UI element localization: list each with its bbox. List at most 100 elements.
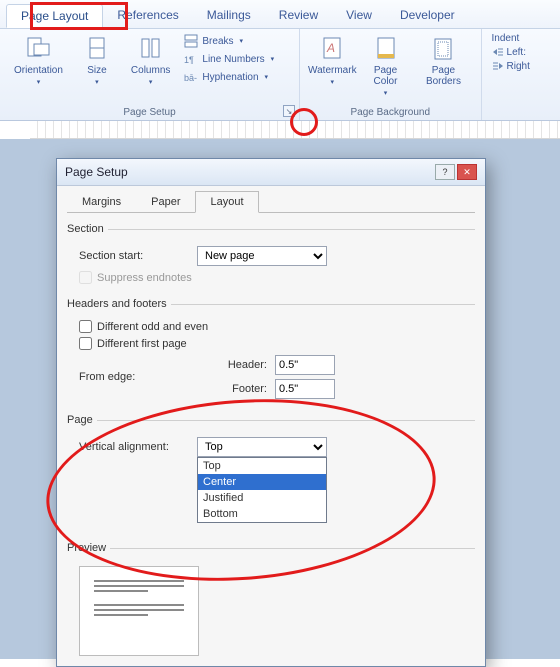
dropdown-arrow-icon: ▾ xyxy=(271,55,275,63)
group-page-background: A Watermark ▾ Page Color ▾ Page Borders … xyxy=(300,29,482,120)
line-numbers-icon: 1¶ xyxy=(184,52,198,66)
line-numbers-button[interactable]: 1¶ Line Numbers ▾ xyxy=(182,51,276,67)
svg-text:1¶: 1¶ xyxy=(184,55,194,65)
vertical-alignment-label: Vertical alignment: xyxy=(79,441,189,453)
tab-references[interactable]: References xyxy=(103,4,192,28)
diff-odd-even-checkbox[interactable] xyxy=(79,320,92,333)
ribbon: Orientation ▾ Size ▾ Columns ▾ xyxy=(0,29,560,121)
breaks-icon xyxy=(184,34,198,48)
breaks-label: Breaks xyxy=(202,36,233,47)
group-paragraph: Indent Left: Right xyxy=(482,29,552,120)
dialog-titlebar[interactable]: Page Setup ? ✕ xyxy=(57,159,485,186)
dialog-help-button[interactable]: ? xyxy=(435,164,455,180)
tab-mailings[interactable]: Mailings xyxy=(193,4,265,28)
va-option-justified[interactable]: Justified xyxy=(198,490,326,506)
page-borders-button[interactable]: Page Borders xyxy=(416,33,470,89)
preview-thumbnail xyxy=(79,566,199,656)
group-page-setup: Orientation ▾ Size ▾ Columns ▾ xyxy=(0,29,300,120)
dropdown-arrow-icon: ▾ xyxy=(240,37,244,45)
section-legend: Section xyxy=(67,223,108,235)
diff-first-page-checkbox[interactable] xyxy=(79,337,92,350)
columns-button[interactable]: Columns ▾ xyxy=(127,33,174,88)
group-label-page-background: Page Background xyxy=(310,105,471,118)
tab-view[interactable]: View xyxy=(332,4,386,28)
indent-right-label: Right xyxy=(507,61,530,72)
from-edge-label: From edge: xyxy=(79,371,189,383)
page-setup-dialog: Page Setup ? ✕ Margins Paper Layout Sect… xyxy=(56,158,486,667)
hyphenation-button[interactable]: bā‑ Hyphenation ▾ xyxy=(182,69,276,85)
orientation-label: Orientation xyxy=(14,65,63,76)
breaks-button[interactable]: Breaks ▾ xyxy=(182,33,276,49)
watermark-button[interactable]: A Watermark ▾ xyxy=(310,33,355,88)
page-color-icon xyxy=(372,35,400,63)
orientation-button[interactable]: Orientation ▾ xyxy=(10,33,67,88)
suppress-endnotes-label: Suppress endnotes xyxy=(97,272,192,284)
size-icon xyxy=(83,35,111,63)
diff-odd-even-label: Different odd and even xyxy=(97,321,208,333)
watermark-label: Watermark xyxy=(308,65,357,76)
page-setup-launcher[interactable]: ↘ xyxy=(283,105,295,117)
columns-icon xyxy=(137,35,165,63)
section-start-label: Section start: xyxy=(79,250,189,262)
diff-first-page-label: Different first page xyxy=(97,338,187,350)
indent-right-icon xyxy=(492,60,504,72)
preview-legend: Preview xyxy=(67,542,110,554)
svg-text:A: A xyxy=(326,41,335,55)
line-numbers-label: Line Numbers xyxy=(202,54,264,65)
hyphenation-icon: bā‑ xyxy=(184,70,198,84)
suppress-endnotes-checkbox xyxy=(79,271,92,284)
hyphenation-label: Hyphenation xyxy=(202,72,258,83)
vertical-alignment-combo[interactable]: Top xyxy=(197,437,327,457)
size-button[interactable]: Size ▾ xyxy=(75,33,119,88)
tab-page-layout[interactable]: Page Layout xyxy=(6,4,103,28)
tab-developer[interactable]: Developer xyxy=(386,4,469,28)
ribbon-tabs: Page Layout References Mailings Review V… xyxy=(0,0,560,29)
headers-footers-group: Headers and footers Different odd and ev… xyxy=(67,298,475,404)
indent-left-icon xyxy=(492,46,504,58)
vertical-alignment-dropdown: Top Center Justified Bottom xyxy=(197,457,327,523)
diff-first-page-check[interactable]: Different first page xyxy=(79,337,475,350)
group-label-page-setup: Page Setup xyxy=(10,105,289,118)
ruler[interactable] xyxy=(30,121,560,139)
tab-review[interactable]: Review xyxy=(265,4,332,28)
indent-left-label: Left: xyxy=(507,47,526,58)
va-option-bottom[interactable]: Bottom xyxy=(198,506,326,522)
dialog-tab-layout[interactable]: Layout xyxy=(195,191,258,213)
va-option-center[interactable]: Center xyxy=(198,474,326,490)
page-group: Page Vertical alignment: Top Top Center … xyxy=(67,414,475,532)
svg-text:bā‑: bā‑ xyxy=(184,73,197,83)
dialog-title: Page Setup xyxy=(65,165,128,179)
orientation-icon xyxy=(24,35,52,63)
dropdown-arrow-icon: ▾ xyxy=(265,73,269,81)
headers-legend: Headers and footers xyxy=(67,298,171,310)
footer-spin[interactable] xyxy=(275,379,335,399)
va-option-top[interactable]: Top xyxy=(198,458,326,474)
indent-left-row[interactable]: Left: xyxy=(492,46,542,58)
diff-odd-even-check[interactable]: Different odd and even xyxy=(79,320,475,333)
page-color-button[interactable]: Page Color ▾ xyxy=(363,33,409,99)
indent-right-row[interactable]: Right xyxy=(492,60,542,72)
preview-group: Preview xyxy=(67,542,475,656)
section-start-combo[interactable]: New page xyxy=(197,246,327,266)
page-borders-label: Page Borders xyxy=(420,65,466,87)
footer-label: Footer: xyxy=(197,383,267,395)
dropdown-arrow-icon: ▾ xyxy=(384,89,388,97)
dialog-tab-paper[interactable]: Paper xyxy=(136,191,195,213)
header-label: Header: xyxy=(197,359,267,371)
dropdown-arrow-icon: ▾ xyxy=(149,78,153,86)
dialog-close-button[interactable]: ✕ xyxy=(457,164,477,180)
header-spin[interactable] xyxy=(275,355,335,375)
watermark-icon: A xyxy=(318,35,346,63)
dropdown-arrow-icon: ▾ xyxy=(95,78,99,86)
page-color-label: Page Color xyxy=(367,65,405,87)
page-borders-icon xyxy=(429,35,457,63)
page-legend: Page xyxy=(67,414,97,426)
suppress-endnotes-check: Suppress endnotes xyxy=(79,271,475,284)
size-label: Size xyxy=(87,65,106,76)
dropdown-arrow-icon: ▾ xyxy=(37,78,41,86)
dialog-tab-margins[interactable]: Margins xyxy=(67,191,136,213)
dropdown-arrow-icon: ▾ xyxy=(331,78,335,86)
indent-heading: Indent xyxy=(492,33,542,44)
dialog-tabs: Margins Paper Layout xyxy=(67,190,475,213)
section-group: Section Section start: New page Suppress… xyxy=(67,223,475,288)
